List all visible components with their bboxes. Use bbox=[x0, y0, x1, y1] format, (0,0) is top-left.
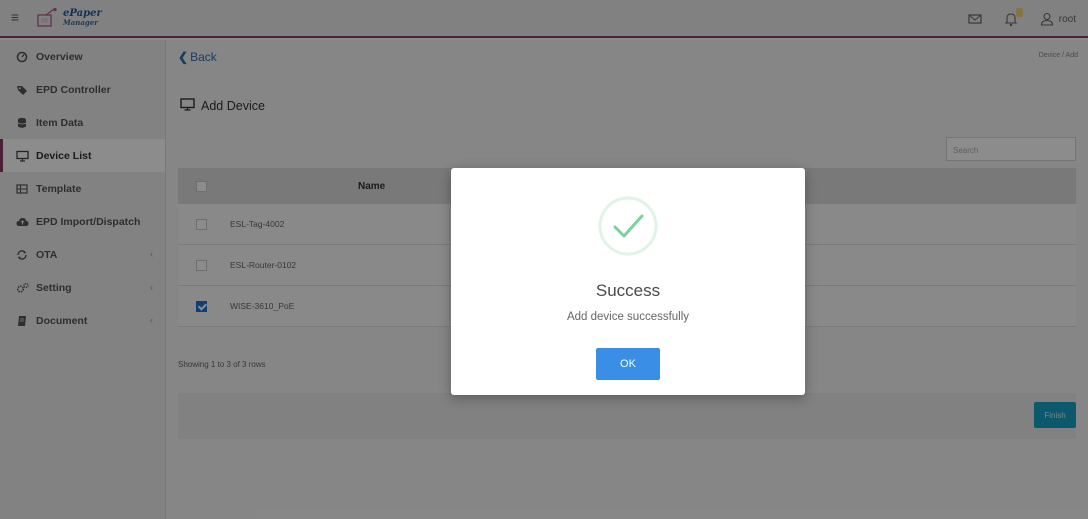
success-check-icon bbox=[596, 194, 660, 258]
dialog-message: Add device successfully bbox=[566, 311, 690, 323]
success-dialog: Success Add device successfully OK bbox=[451, 168, 805, 395]
ok-button[interactable]: OK bbox=[596, 348, 660, 380]
dialog-title: Success bbox=[595, 281, 661, 300]
